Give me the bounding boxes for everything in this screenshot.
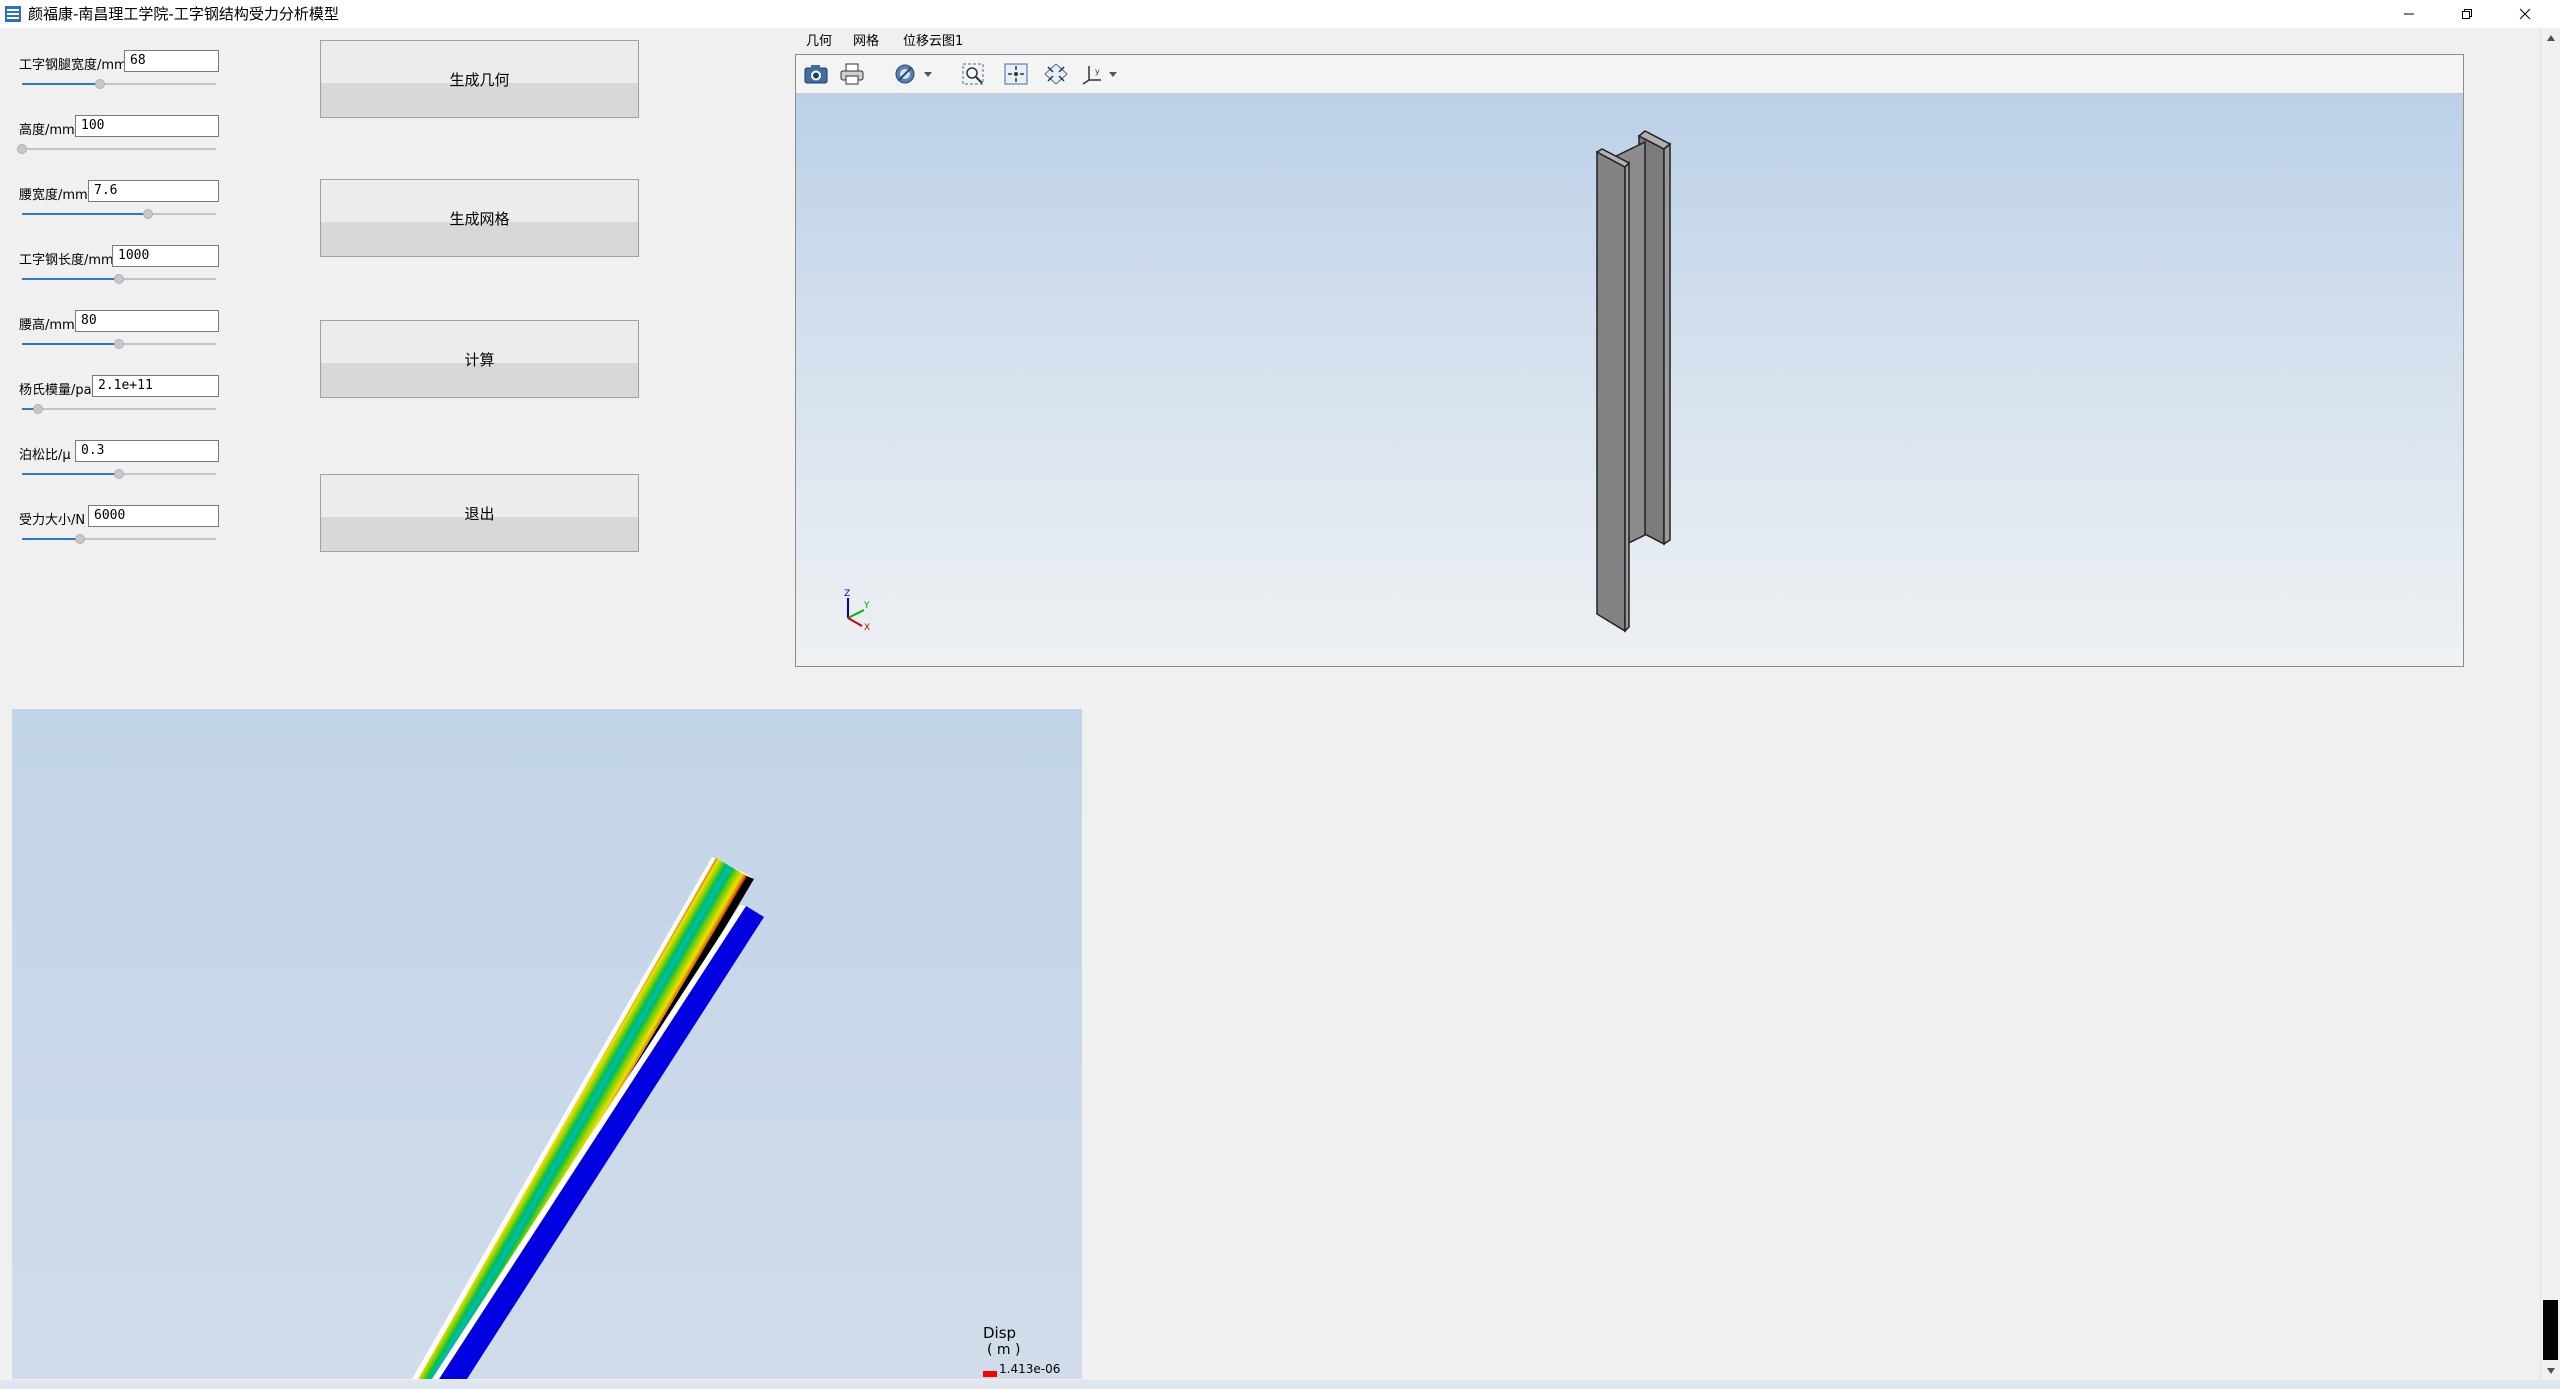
app-icon	[4, 5, 22, 23]
scroll-up-arrow[interactable]	[2543, 30, 2558, 45]
param-waist-width: 腰宽度/mm 7.6	[0, 180, 230, 240]
param-poisson-ratio: 泊松比/μ 0.3	[0, 440, 230, 500]
screenshot-button[interactable]	[800, 60, 832, 88]
force-input[interactable]: 6000	[88, 505, 219, 527]
i-beam-model	[1595, 130, 1672, 633]
close-icon	[2519, 8, 2531, 20]
waist-width-input[interactable]: 7.6	[88, 180, 219, 202]
param-height: 高度/mm 100	[0, 115, 230, 175]
camera-icon	[804, 65, 828, 84]
height-input[interactable]: 100	[75, 115, 219, 137]
exit-button[interactable]: 退出	[320, 474, 639, 552]
displacement-view[interactable]: Disp ( m ) 1.413e-06	[12, 709, 1082, 1379]
window-title: 颜福康-南昌理工学院-工字钢结构受力分析模型	[28, 5, 339, 23]
legend-color-swatch	[983, 1371, 997, 1377]
tab-mesh[interactable]: 网格	[853, 34, 879, 50]
chevron-down-icon	[2546, 1367, 2555, 1374]
print-icon	[840, 63, 864, 85]
height-slider[interactable]	[17, 144, 216, 154]
fit-all-icon	[1004, 63, 1028, 85]
poisson-ratio-slider[interactable]	[22, 469, 216, 479]
chevron-up-icon	[2546, 34, 2555, 41]
scrollbar-thumb[interactable]	[2543, 1300, 2558, 1360]
param-label: 工字钢腿宽度/mm	[19, 58, 127, 73]
legend-title: Disp	[983, 1324, 1017, 1342]
print-button[interactable]	[836, 60, 868, 88]
restore-button[interactable]	[2438, 0, 2496, 28]
axes-orient-icon: y	[1082, 66, 1117, 85]
zoom-box-button[interactable]	[958, 60, 990, 88]
compute-button[interactable]: 计算	[320, 320, 639, 398]
param-leg-width: 工字钢腿宽度/mm 68	[0, 50, 230, 110]
geometry-viewport[interactable]: Z Y X	[796, 94, 2463, 666]
minimize-button[interactable]	[2380, 0, 2438, 28]
generate-geometry-button[interactable]: 生成几何	[320, 40, 639, 118]
leg-width-input[interactable]: 68	[124, 50, 219, 72]
legend-max-value: 1.413e-06	[999, 1362, 1061, 1376]
param-label: 腰宽度/mm	[19, 188, 88, 203]
axes-orient-dropdown[interactable]: y	[1080, 60, 1126, 88]
scroll-down-arrow[interactable]	[2543, 1363, 2558, 1378]
vertical-scrollbar[interactable]	[2540, 28, 2560, 1380]
displacement-contour	[412, 857, 764, 1379]
waist-height-slider[interactable]	[22, 339, 216, 349]
param-waist-height: 腰高/mm 80	[0, 310, 230, 370]
youngs-modulus-input[interactable]: 2.1e+11	[92, 375, 219, 397]
length-input[interactable]: 1000	[112, 245, 219, 267]
param-label: 工字钢长度/mm	[19, 253, 114, 268]
generate-mesh-button[interactable]: 生成网格	[320, 179, 639, 257]
minimize-icon	[2404, 13, 2414, 15]
geometry-view-frame: y Z Y X	[795, 54, 2464, 667]
axis-x-label: X	[864, 623, 870, 632]
waist-height-input[interactable]: 80	[75, 310, 219, 332]
param-label: 杨氏模量/pa	[19, 383, 92, 398]
tab-displacement[interactable]: 位移云图1	[903, 34, 963, 50]
param-label: 泊松比/μ	[19, 448, 71, 463]
param-force: 受力大小/N 6000	[0, 505, 230, 565]
param-label: 腰高/mm	[19, 318, 75, 333]
bottom-strip	[0, 1380, 2560, 1389]
svg-text:y: y	[1095, 67, 1100, 76]
param-youngs-modulus: 杨氏模量/pa 2.1e+11	[0, 375, 230, 435]
axis-y-label: Y	[863, 601, 870, 611]
display-mode-dropdown[interactable]	[892, 60, 940, 88]
tab-geometry[interactable]: 几何	[806, 34, 832, 50]
param-label: 受力大小/N	[19, 513, 86, 528]
restore-icon	[2462, 9, 2472, 19]
zoom-window-icon	[1044, 63, 1068, 85]
zoom-window-button[interactable]	[1040, 60, 1072, 88]
legend-unit: ( m )	[987, 1342, 1021, 1358]
poisson-ratio-input[interactable]: 0.3	[75, 440, 219, 462]
param-label: 高度/mm	[19, 123, 75, 138]
waist-width-slider[interactable]	[22, 209, 216, 219]
leg-width-slider[interactable]	[22, 79, 216, 89]
axis-z-label: Z	[844, 589, 850, 599]
youngs-modulus-slider[interactable]	[22, 404, 216, 414]
close-button[interactable]	[2496, 0, 2554, 28]
zoom-box-icon	[962, 63, 984, 85]
title-bar: 颜福康-南昌理工学院-工字钢结构受力分析模型	[0, 0, 2560, 28]
length-slider[interactable]	[22, 274, 216, 284]
view-toolbar: y	[796, 55, 2463, 94]
display-mode-icon	[895, 64, 932, 84]
fit-all-button[interactable]	[1000, 60, 1032, 88]
param-length: 工字钢长度/mm 1000	[0, 245, 230, 305]
axis-triad: Z Y X	[844, 589, 870, 632]
force-slider[interactable]	[22, 534, 216, 544]
